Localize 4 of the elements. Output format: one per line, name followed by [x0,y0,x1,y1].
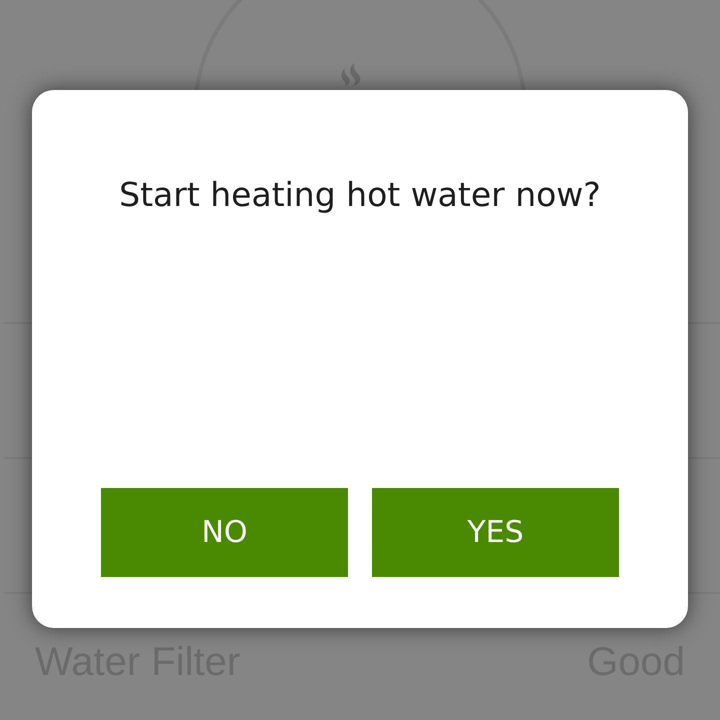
steam-icon [342,63,360,86]
dialog-button[interactable]: YES [372,488,619,577]
dialog-message: Start heating hot water now? [118,175,602,215]
dialog-button[interactable]: NO [101,488,348,577]
